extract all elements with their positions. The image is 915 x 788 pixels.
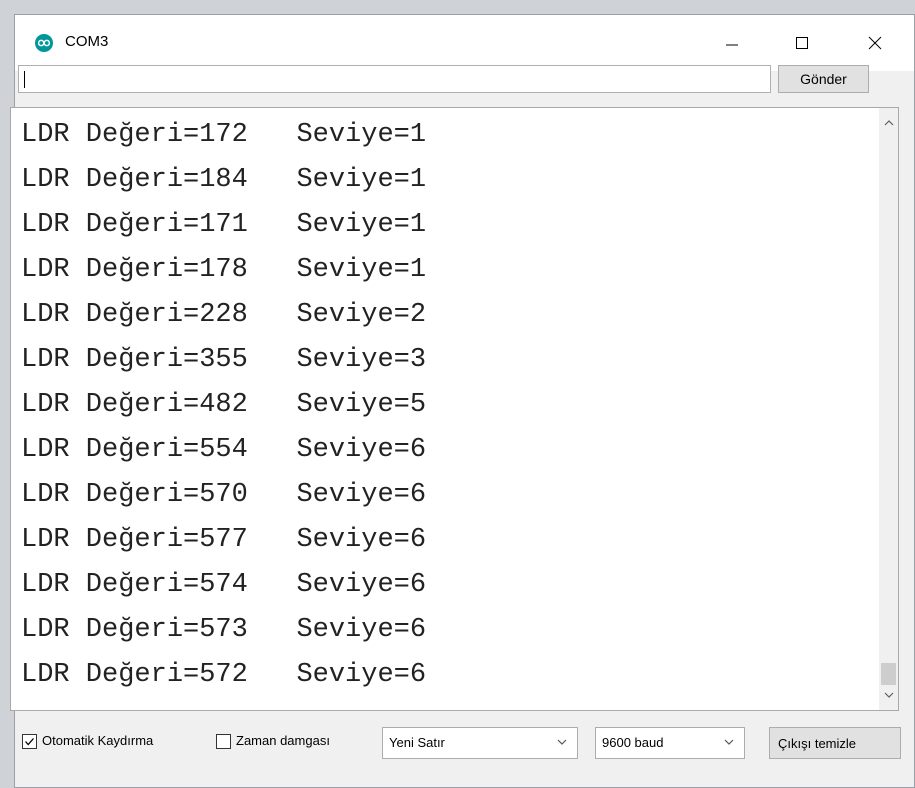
line-ending-select[interactable]: Yeni Satır — [382, 727, 578, 759]
output-line: LDR Değeri=482 Seviye=5 — [21, 390, 427, 420]
title-bar: COM3 — [15, 15, 914, 71]
maximize-icon — [796, 37, 808, 49]
autoscroll-checkbox[interactable] — [22, 734, 37, 749]
output-line: LDR Değeri=554 Seviye=6 — [21, 435, 427, 465]
scroll-down-button[interactable] — [879, 686, 898, 704]
chevron-down-icon — [884, 692, 893, 698]
output-line: LDR Değeri=577 Seviye=6 — [21, 525, 427, 555]
output-line: LDR Değeri=171 Seviye=1 — [21, 210, 427, 240]
send-input[interactable] — [18, 65, 771, 93]
output-line: LDR Değeri=570 Seviye=6 — [21, 480, 427, 510]
vertical-scrollbar[interactable] — [879, 108, 898, 710]
checkmark-icon — [25, 738, 34, 746]
scroll-up-button[interactable] — [879, 114, 898, 132]
line-ending-value: Yeni Satır — [389, 735, 445, 750]
clear-output-button[interactable]: Çıkışı temizle — [769, 727, 901, 759]
chevron-down-icon — [557, 739, 567, 745]
serial-output[interactable]: LDR Değeri=172 Seviye=1 LDR Değeri=184 S… — [10, 107, 899, 711]
output-line: LDR Değeri=184 Seviye=1 — [21, 165, 427, 195]
scroll-thumb[interactable] — [881, 663, 896, 685]
output-line: LDR Değeri=574 Seviye=6 — [21, 570, 427, 600]
chevron-up-icon — [884, 120, 893, 126]
output-line: LDR Değeri=172 Seviye=1 — [21, 120, 427, 150]
timestamp-label: Zaman damgası — [236, 733, 330, 748]
baud-rate-value: 9600 baud — [602, 735, 664, 750]
output-line: LDR Değeri=178 Seviye=1 — [21, 255, 427, 285]
maximize-button[interactable] — [771, 15, 833, 71]
autoscroll-label: Otomatik Kaydırma — [42, 733, 154, 748]
minimize-button[interactable] — [701, 15, 763, 71]
close-icon — [868, 36, 882, 50]
baud-rate-select[interactable]: 9600 baud — [595, 727, 745, 759]
send-button[interactable]: Gönder — [778, 65, 869, 93]
arduino-icon — [35, 34, 53, 52]
text-caret — [24, 71, 25, 88]
output-line: LDR Değeri=573 Seviye=6 — [21, 615, 427, 645]
output-line: LDR Değeri=228 Seviye=2 — [21, 300, 427, 330]
chevron-down-icon — [724, 739, 734, 745]
window-title: COM3 — [65, 33, 109, 50]
minimize-icon — [726, 44, 738, 46]
output-line: LDR Değeri=572 Seviye=6 — [21, 660, 427, 690]
output-line: LDR Değeri=355 Seviye=3 — [21, 345, 427, 375]
close-button[interactable] — [844, 15, 906, 71]
timestamp-checkbox[interactable] — [216, 734, 231, 749]
